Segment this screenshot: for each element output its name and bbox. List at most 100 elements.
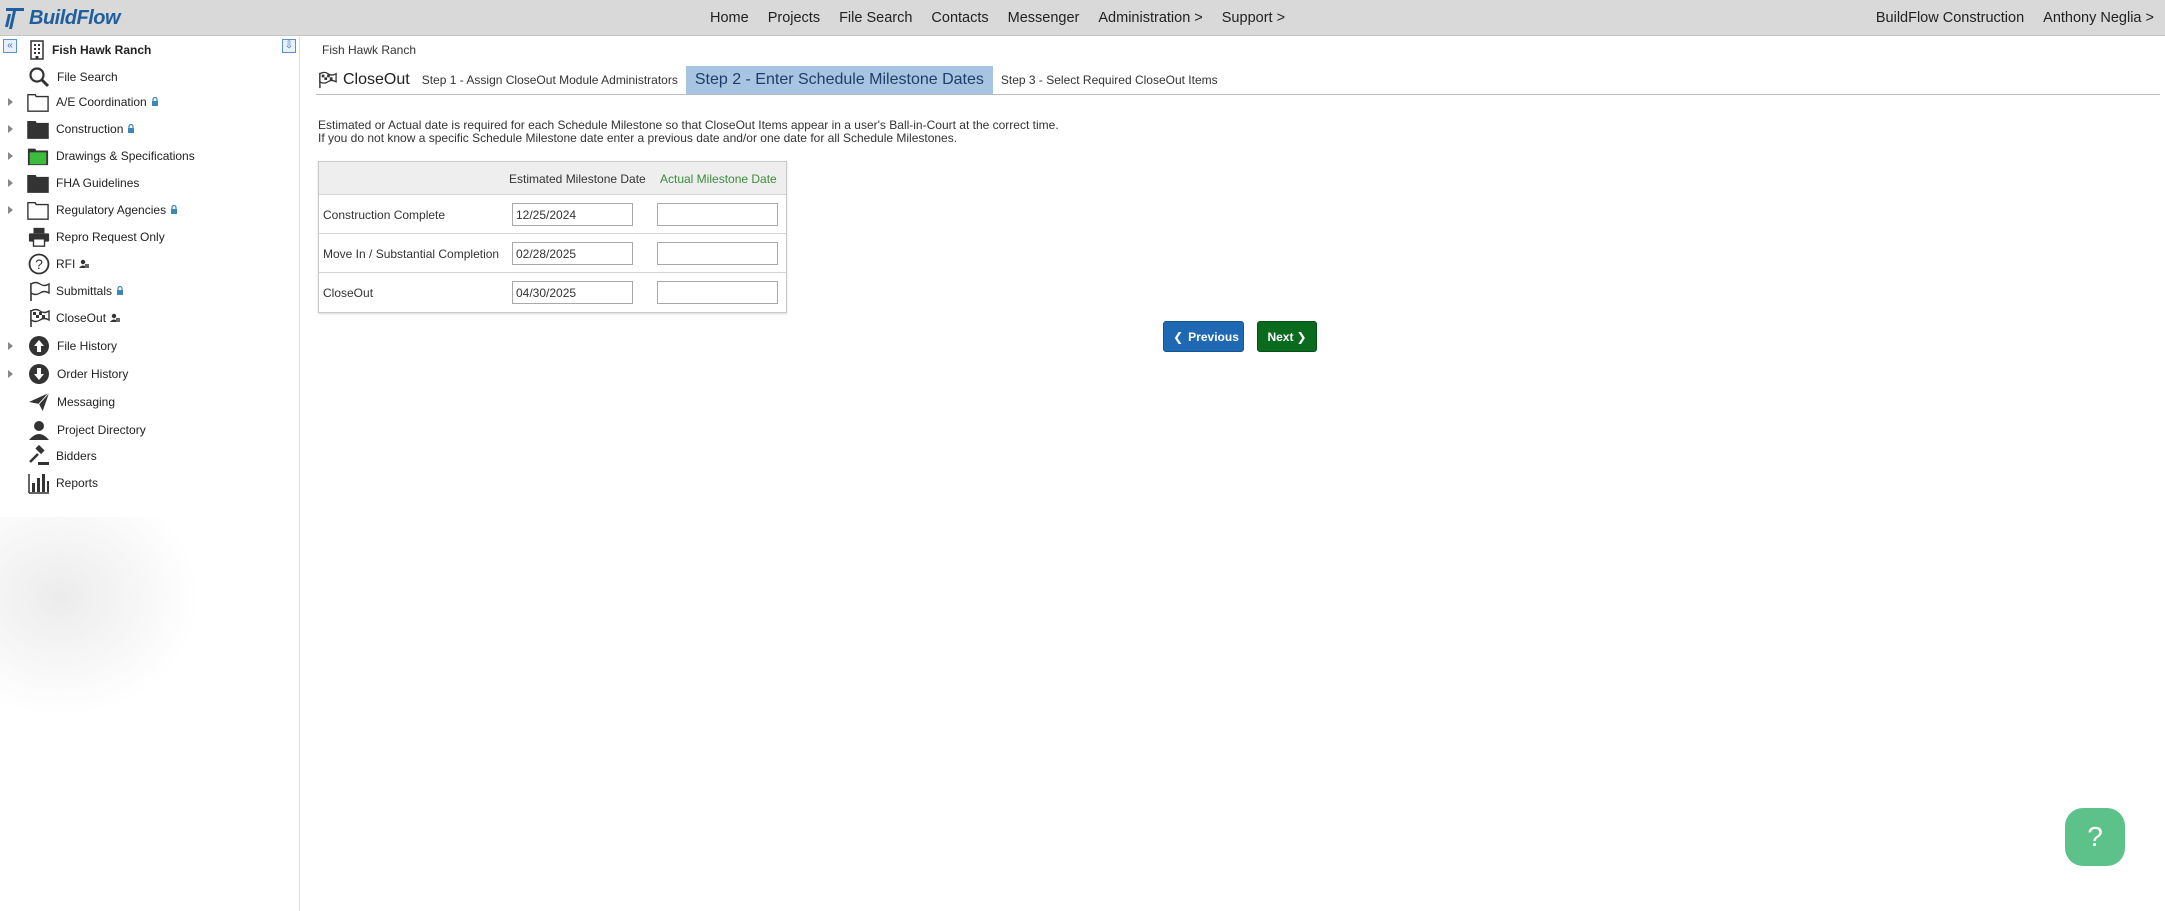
next-button-label: Next	[1267, 329, 1294, 344]
user-menu[interactable]: Anthony Neglia >	[2043, 10, 2154, 26]
previous-button-label: Previous	[1188, 329, 1239, 344]
sidebar-item-order-history[interactable]: Order History	[0, 362, 300, 386]
sidebar-project-header[interactable]: Fish Hawk Ranch	[0, 38, 300, 62]
sidebar-item-bidders[interactable]: Bidders	[0, 444, 300, 468]
sidebar-item-submittals[interactable]: Submittals	[0, 279, 300, 303]
instructions: Estimated or Actual date is required for…	[318, 119, 1059, 145]
breadcrumb[interactable]: Fish Hawk Ranch	[322, 43, 416, 57]
company-link[interactable]: BuildFlow Construction	[1876, 10, 2024, 26]
lock-icon	[171, 205, 178, 215]
nav-administration[interactable]: Administration >	[1098, 10, 1202, 26]
actual-date-input[interactable]	[657, 281, 778, 304]
nav-contacts[interactable]: Contacts	[931, 10, 988, 26]
main-content: Fish Hawk Ranch CloseOut Step 1 - Assign…	[316, 37, 2165, 911]
nav-projects[interactable]: Projects	[768, 10, 820, 26]
expand-arrow-icon[interactable]	[8, 342, 13, 350]
estimated-date-input[interactable]	[512, 242, 633, 265]
instructions-line-2: If you do not know a specific Schedule M…	[318, 131, 958, 145]
sidebar-item-drawings-specifications[interactable]: Drawings & Specifications	[0, 144, 300, 168]
sidebar-item-label: Order History	[57, 367, 129, 381]
actual-date-input[interactable]	[657, 203, 778, 226]
sidebar-item-label: Regulatory Agencies	[56, 203, 167, 217]
sidebar-item-ae-coordination[interactable]: A/E Coordination	[0, 90, 300, 114]
help-button[interactable]: ?	[2065, 808, 2125, 866]
nav-support[interactable]: Support >	[1222, 10, 1285, 26]
sidebar-item-repro-request[interactable]: Repro Request Only	[0, 225, 300, 249]
sidebar-item-regulatory-agencies[interactable]: Regulatory Agencies	[0, 198, 300, 222]
sidebar-item-file-search[interactable]: File Search	[0, 65, 300, 89]
expand-arrow-icon[interactable]	[8, 370, 13, 378]
milestone-label: CloseOut	[323, 286, 374, 300]
step-1-tab[interactable]: Step 1 - Assign CloseOut Module Administ…	[422, 73, 678, 87]
table-row: CloseOut	[319, 273, 786, 312]
folder-filled-icon	[27, 172, 49, 194]
sidebar-item-rfi[interactable]: ? RFI	[0, 252, 300, 276]
expand-arrow-icon[interactable]	[8, 179, 13, 187]
expand-arrow-icon[interactable]	[8, 125, 13, 133]
logo-icon	[5, 8, 24, 29]
nav-messenger[interactable]: Messenger	[1008, 10, 1080, 26]
nav-home[interactable]: Home	[710, 10, 749, 26]
bar-chart-icon	[28, 472, 50, 494]
folder-green-icon	[27, 145, 49, 167]
lock-icon	[128, 124, 135, 134]
expand-arrow-icon[interactable]	[8, 152, 13, 160]
building-icon	[26, 39, 48, 61]
sidebar-item-messaging[interactable]: Messaging	[0, 390, 300, 414]
sidebar: « ⇩ Fish Hawk Ranch File Search A/E Coor…	[0, 37, 300, 911]
top-bar: BuildFlow Home Projects File Search Cont…	[0, 0, 2165, 36]
gavel-icon	[28, 445, 50, 467]
previous-button[interactable]: ❮ Previous	[1163, 321, 1244, 352]
sidebar-item-project-directory[interactable]: Project Directory	[0, 418, 300, 442]
sidebar-item-fha-guidelines[interactable]: FHA Guidelines	[0, 171, 300, 195]
estimated-column-header: Estimated Milestone Date	[509, 172, 646, 186]
table-row: Move In / Substantial Completion	[319, 234, 786, 273]
flag-icon	[28, 280, 50, 302]
sidebar-item-label: FHA Guidelines	[56, 176, 140, 190]
estimated-date-input[interactable]	[512, 203, 633, 226]
sidebar-item-label: Construction	[56, 122, 124, 136]
up-arrow-icon	[28, 335, 50, 357]
sidebar-item-label: File History	[57, 339, 118, 353]
svg-text:?: ?	[35, 256, 43, 272]
sidebar-item-label: Messaging	[57, 395, 116, 409]
folder-outline-icon	[27, 199, 49, 221]
help-icon: ?	[2087, 821, 2103, 852]
checkered-flag-icon	[319, 71, 337, 88]
expand-arrow-icon[interactable]	[8, 206, 13, 214]
milestone-table-header: Estimated Milestone Date Actual Mileston…	[319, 162, 786, 195]
sidebar-item-reports[interactable]: Reports	[0, 471, 300, 495]
person-icon	[28, 419, 50, 441]
milestone-label: Construction Complete	[323, 208, 446, 222]
main-nav: Home Projects File Search Contacts Messe…	[710, 0, 1304, 36]
step-2-tab[interactable]: Step 2 - Enter Schedule Milestone Dates	[685, 65, 993, 94]
wizard-steps: CloseOut Step 1 - Assign CloseOut Module…	[316, 65, 2160, 95]
sidebar-item-label: Bidders	[56, 449, 97, 463]
checkered-flag-icon	[28, 307, 50, 329]
actual-column-header: Actual Milestone Date	[660, 172, 777, 186]
milestone-label: Move In / Substantial Completion	[323, 247, 500, 261]
logo-text: BuildFlow	[29, 6, 121, 29]
user-lock-icon	[110, 314, 121, 323]
sidebar-item-construction[interactable]: Construction	[0, 117, 300, 141]
estimated-date-input[interactable]	[512, 281, 633, 304]
sidebar-item-label: CloseOut	[56, 311, 107, 325]
chevron-right-icon: ❯	[1296, 329, 1307, 344]
sidebar-item-file-history[interactable]: File History	[0, 334, 300, 358]
chevron-left-icon: ❮	[1173, 329, 1184, 344]
sidebar-item-label: RFI	[56, 257, 76, 271]
sidebar-item-closeout[interactable]: CloseOut	[0, 306, 300, 330]
search-icon	[28, 66, 50, 88]
printer-icon	[28, 226, 50, 248]
project-name: Fish Hawk Ranch	[52, 43, 152, 57]
lock-icon	[151, 97, 158, 107]
logo[interactable]: BuildFlow	[4, 3, 121, 33]
nav-file-search[interactable]: File Search	[839, 10, 912, 26]
expand-arrow-icon[interactable]	[8, 98, 13, 106]
step-3-tab[interactable]: Step 3 - Select Required CloseOut Items	[1001, 73, 1218, 87]
next-button[interactable]: Next ❯	[1257, 321, 1317, 352]
user-lock-icon	[79, 260, 90, 269]
table-row: Construction Complete	[319, 195, 786, 234]
question-icon: ?	[28, 253, 50, 275]
actual-date-input[interactable]	[657, 242, 778, 265]
